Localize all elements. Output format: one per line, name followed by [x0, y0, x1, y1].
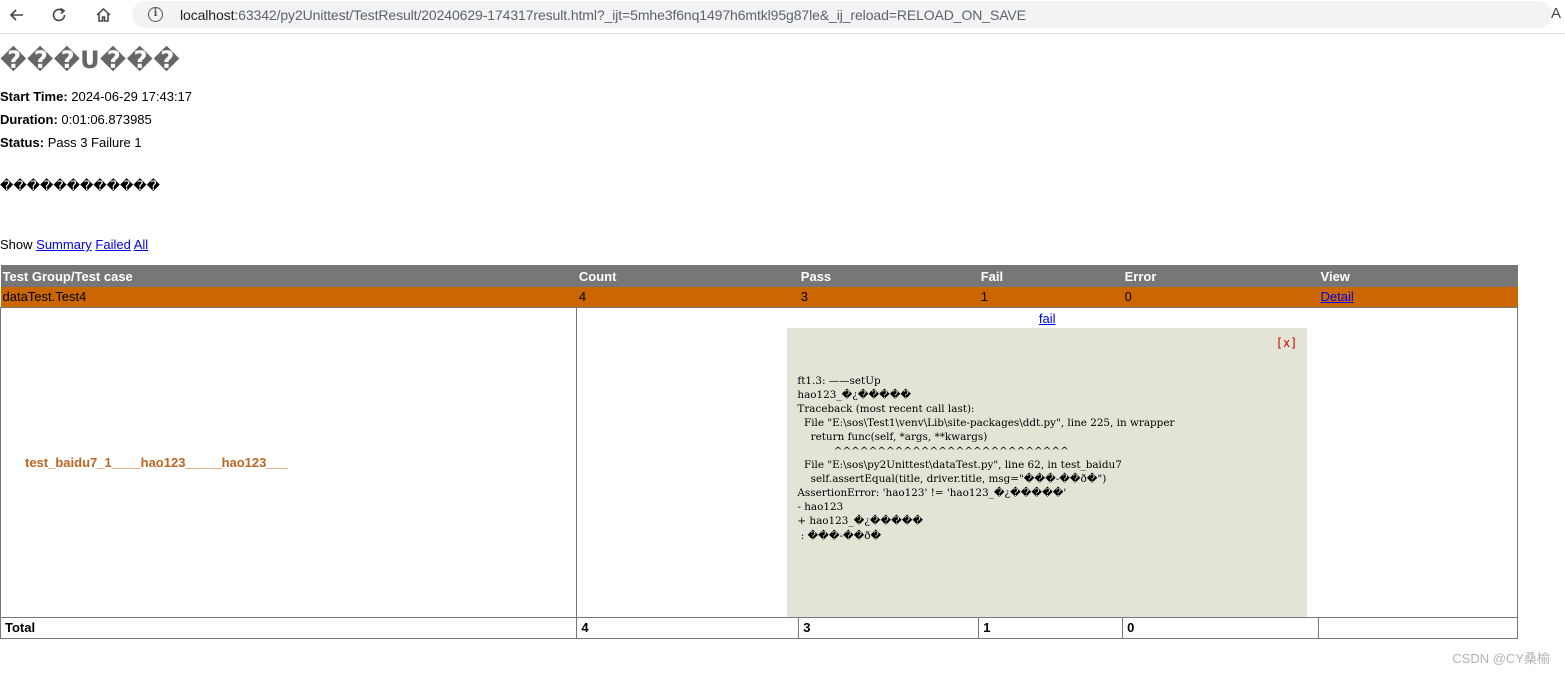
status-value: Pass 3 Failure 1 [47, 135, 142, 150]
class-count: 4 [576, 287, 799, 307]
failure-output-popup: [x] ft1.3: ——setUp hao123_�¿����� Traceb… [787, 327, 1308, 617]
duration-attribute: Duration: 0:01:06.873985 [0, 112, 152, 127]
test-case-row: test_baidu7_1____hao123_____hao123___ fa… [0, 306, 1518, 618]
header-error: Error [1122, 265, 1319, 287]
class-fail: 1 [978, 287, 1123, 307]
close-popup-button[interactable]: [x] [1276, 336, 1298, 350]
class-name: dataTest.Test4 [0, 287, 577, 307]
site-info-icon[interactable]: i [148, 7, 163, 22]
back-arrow-icon [9, 9, 23, 21]
header-test-case: Test Group/Test case [0, 265, 577, 287]
home-button[interactable] [90, 4, 116, 26]
class-pass: 3 [798, 287, 979, 307]
test-class-row: dataTest.Test4 4 3 1 0 Detail [0, 287, 1518, 307]
reader-mode-icon[interactable]: A [1551, 5, 1561, 22]
header-count: Count [576, 265, 799, 287]
home-icon [95, 7, 111, 22]
total-pass: 3 [798, 616, 980, 639]
class-error: 0 [1122, 287, 1319, 307]
reload-icon [52, 7, 66, 22]
total-count: 4 [576, 616, 800, 639]
total-view [1318, 616, 1518, 639]
test-case-name: test_baidu7_1____hao123_____hao123___ [0, 306, 578, 618]
back-button[interactable] [4, 4, 30, 26]
page-title: ���U��� [0, 46, 180, 74]
total-fail: 1 [978, 616, 1124, 639]
start-time-attribute: Start Time: 2024-06-29 17:43:17 [0, 89, 192, 104]
status-attribute: Status: Pass 3 Failure 1 [0, 135, 142, 150]
url-text[interactable]: localhost:63342/py2Unittest/TestResult/2… [180, 7, 1026, 23]
detail-link[interactable]: Detail [1321, 289, 1354, 304]
filter-links: Show Summary Failed All [0, 237, 148, 252]
failure-traceback: ft1.3: ——setUp hao123_�¿����� Traceback … [797, 374, 1175, 542]
address-bar[interactable]: i localhost:63342/py2Unittest/TestResult… [132, 1, 1552, 28]
start-time-value: 2024-06-29 17:43:17 [71, 89, 193, 104]
browser-toolbar: i localhost:63342/py2Unittest/TestResult… [0, 0, 1565, 34]
duration-value: 0:01:06.873985 [61, 112, 152, 127]
header-pass: Pass [798, 265, 979, 287]
total-row: Total 4 3 1 0 [0, 616, 1518, 639]
table-header-row: Test Group/Test case Count Pass Fail Err… [0, 265, 1518, 287]
header-fail: Fail [978, 265, 1123, 287]
show-label: Show [0, 237, 33, 252]
reload-button[interactable] [46, 4, 72, 26]
failed-link[interactable]: Failed [95, 237, 130, 252]
header-view: View [1318, 265, 1518, 287]
watermark: CSDN @CY桑榆 [1452, 651, 1550, 666]
start-time-label: Start Time: [0, 89, 68, 104]
url-host: localhost [180, 7, 235, 23]
status-label: Status: [0, 135, 45, 150]
url-path: :63342/py2Unittest/TestResult/20240629-1… [234, 7, 1026, 23]
fail-status-link[interactable]: fail [577, 311, 1517, 326]
total-error: 0 [1122, 616, 1320, 639]
report-description: ������������ [0, 179, 160, 194]
class-view-cell: Detail [1318, 287, 1518, 307]
result-table: Test Group/Test case Count Pass Fail Err… [0, 265, 1518, 639]
test-case-detail-cell: fail [x] ft1.3: ——setUp hao123_�¿����� T… [576, 306, 1518, 618]
total-label: Total [0, 616, 578, 639]
summary-link[interactable]: Summary [36, 237, 92, 252]
duration-label: Duration: [0, 112, 58, 127]
all-link[interactable]: All [134, 237, 148, 252]
